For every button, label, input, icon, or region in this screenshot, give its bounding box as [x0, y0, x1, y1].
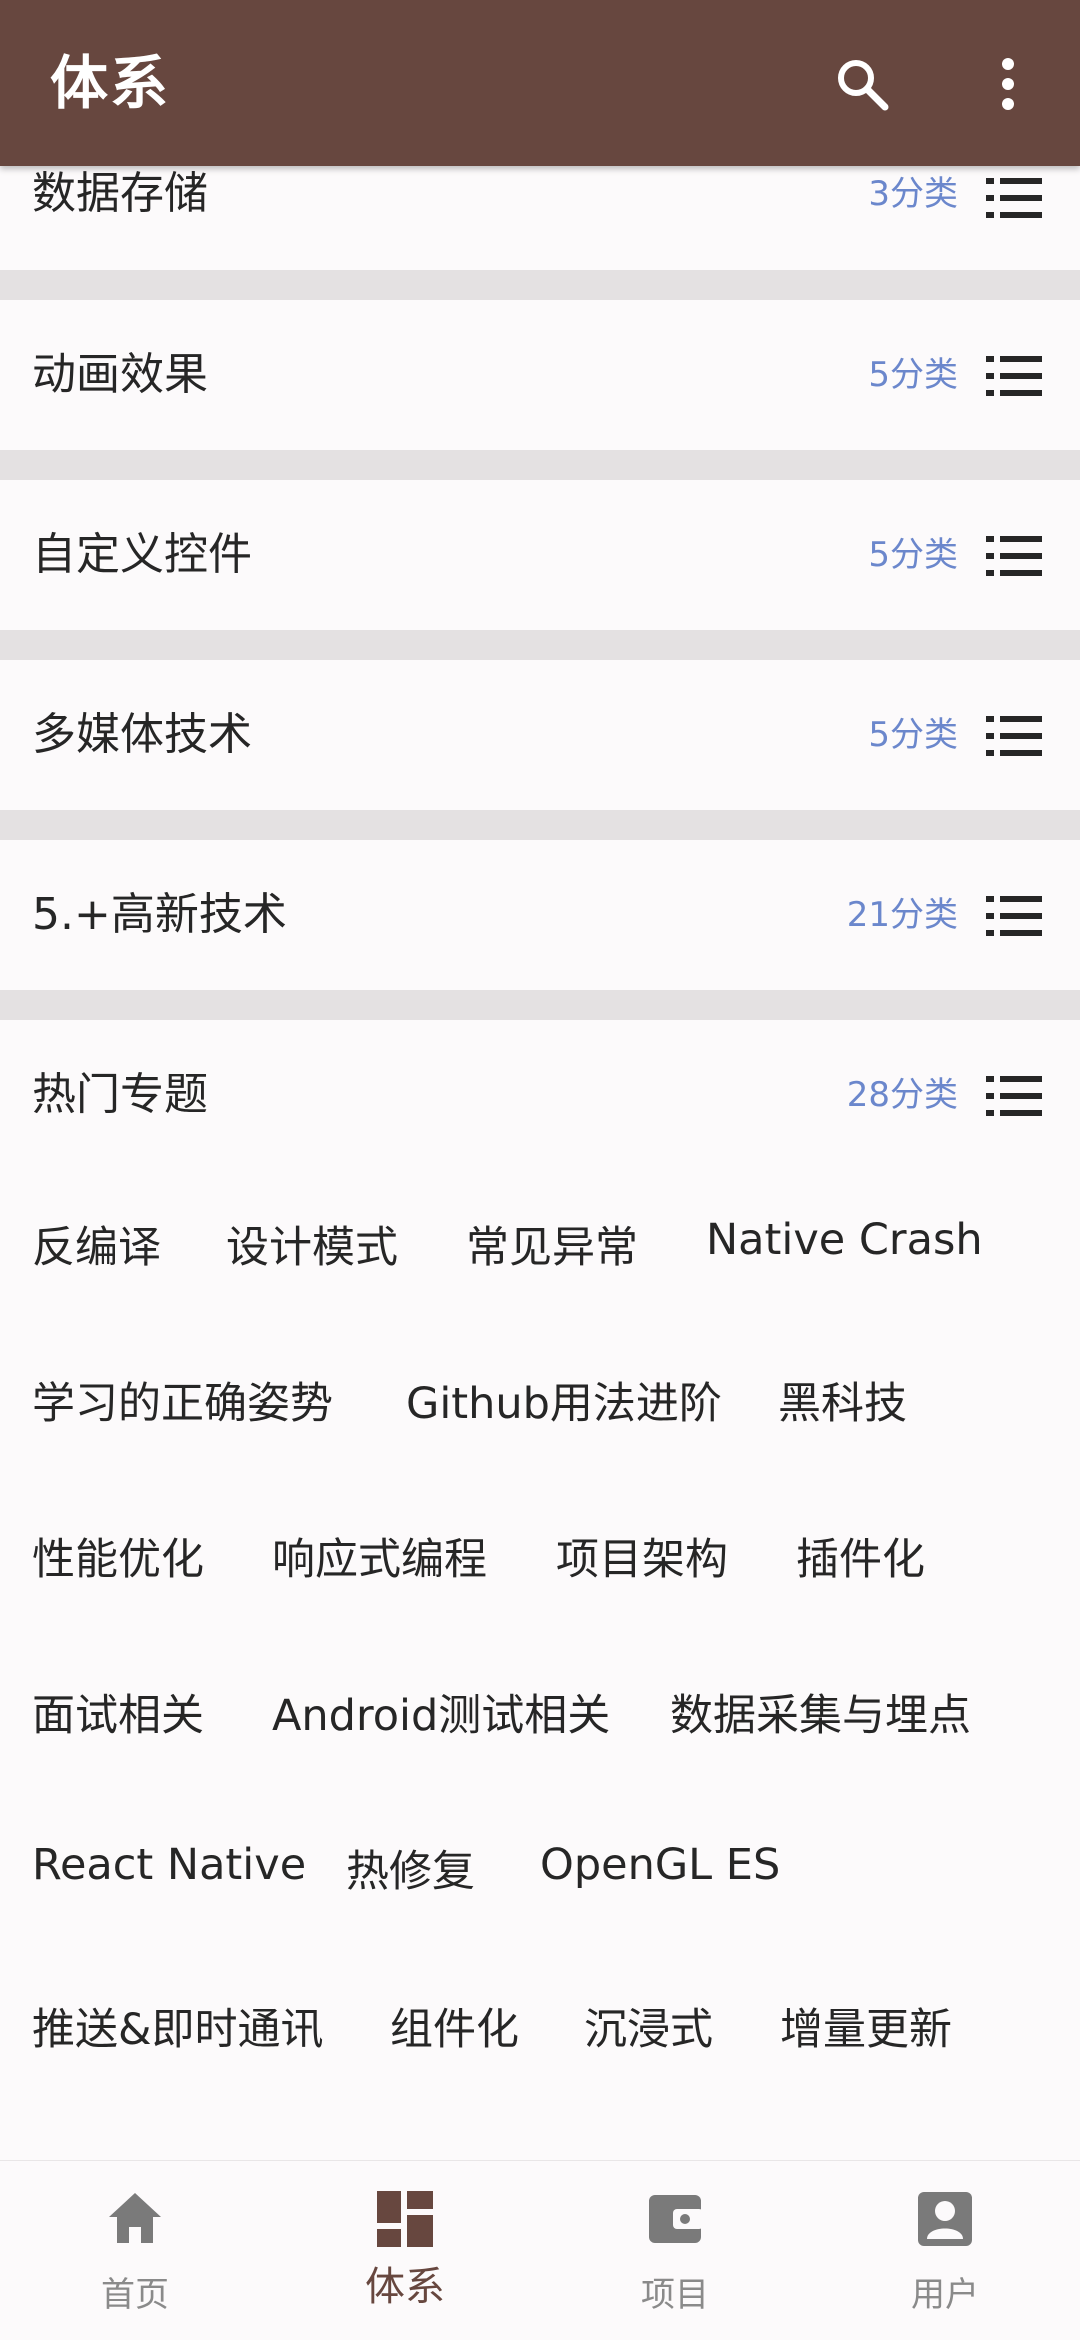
app-root: 数据存储 3分类 动画效果 5分类 自定义控件 5分类 多媒体技术 5分类 5.…	[0, 0, 1080, 2340]
tag-chip[interactable]: 增量更新	[780, 2000, 952, 2060]
tag-chip[interactable]: OpenGL ES	[540, 1835, 780, 1895]
nav-label: 用户	[911, 2275, 979, 2315]
user-icon	[918, 2192, 972, 2246]
list-icon	[986, 1076, 1042, 1116]
system-icon	[377, 2191, 433, 2247]
tag-chip[interactable]: 常见异常	[466, 1218, 638, 1278]
separator	[0, 810, 1080, 840]
category-card-animation[interactable]: 动画效果 5分类	[0, 300, 1080, 450]
tag-chip[interactable]: 设计模式	[226, 1218, 398, 1278]
separator	[0, 990, 1080, 1020]
category-name: 多媒体技术	[32, 709, 252, 760]
tag-chip[interactable]: 推送&即时通讯	[32, 2000, 324, 2060]
tag-chip[interactable]: React Native	[32, 1835, 306, 1895]
more-options-button[interactable]	[968, 44, 1048, 124]
separator	[0, 450, 1080, 480]
separator	[0, 630, 1080, 660]
tag-chip[interactable]: Github用法进阶	[406, 1374, 722, 1434]
tag-chip[interactable]: 面试相关	[32, 1686, 204, 1746]
project-icon	[649, 2195, 703, 2243]
list-icon	[986, 716, 1042, 756]
list-icon	[986, 536, 1042, 576]
category-name: 5.+高新技术	[32, 889, 287, 940]
nav-item-user[interactable]: 用户	[810, 2161, 1080, 2340]
category-count: 21分类	[846, 895, 958, 935]
category-name: 自定义控件	[32, 529, 252, 580]
list-icon	[986, 896, 1042, 936]
search-button[interactable]	[822, 44, 902, 124]
tag-chip[interactable]: 性能优化	[32, 1530, 204, 1590]
tree-list[interactable]: 数据存储 3分类 动画效果 5分类 自定义控件 5分类 多媒体技术 5分类 5.…	[0, 0, 1080, 2160]
category-name: 热门专题	[32, 1069, 208, 1120]
category-card-custom-view[interactable]: 自定义控件 5分类	[0, 480, 1080, 630]
category-card-multimedia[interactable]: 多媒体技术 5分类	[0, 660, 1080, 810]
nav-label: 首页	[101, 2275, 169, 2315]
tag-chip[interactable]: 热修复	[346, 1842, 475, 1902]
tag-chip[interactable]: 黑科技	[778, 1374, 907, 1434]
category-count: 5分类	[868, 715, 958, 755]
tag-chip[interactable]: Android测试相关	[272, 1686, 610, 1746]
nav-item-system[interactable]: 体系	[270, 2161, 540, 2340]
nav-item-project[interactable]: 项目	[540, 2161, 810, 2340]
top-app-bar: 体系	[0, 0, 1080, 166]
home-icon	[109, 2193, 161, 2243]
tag-chip[interactable]: 组件化	[390, 2000, 519, 2060]
tag-chip[interactable]: Native Crash	[706, 1210, 983, 1270]
nav-label: 体系	[365, 2264, 445, 2310]
list-icon	[986, 178, 1042, 218]
tag-chip[interactable]: 响应式编程	[272, 1530, 487, 1590]
search-icon	[838, 60, 889, 111]
tag-chip[interactable]: 学习的正确姿势	[32, 1374, 333, 1434]
category-count: 28分类	[846, 1075, 958, 1115]
tag-chip[interactable]: 数据采集与埋点	[670, 1686, 971, 1746]
category-count: 3分类	[868, 174, 958, 214]
page-title: 体系	[50, 49, 171, 117]
separator	[0, 270, 1080, 300]
bottom-navigation: 首页 体系 项目 用户	[0, 2160, 1080, 2340]
tag-chip[interactable]: 插件化	[796, 1530, 925, 1590]
tag-chip[interactable]: 项目架构	[556, 1530, 728, 1590]
nav-item-home[interactable]: 首页	[0, 2161, 270, 2340]
category-name: 数据存储	[32, 168, 208, 219]
category-count: 5分类	[868, 535, 958, 575]
tag-chip[interactable]: 沉浸式	[584, 2000, 713, 2060]
category-count: 5分类	[868, 355, 958, 395]
nav-label: 项目	[641, 2275, 709, 2315]
category-card-new-tech[interactable]: 5.+高新技术 21分类	[0, 840, 1080, 990]
category-name: 动画效果	[32, 349, 208, 400]
more-vert-icon	[1002, 58, 1014, 110]
category-card-hot-topics[interactable]: 热门专题 28分类	[0, 1020, 1080, 2160]
tag-chip[interactable]: 反编译	[32, 1218, 161, 1278]
list-icon	[986, 356, 1042, 396]
